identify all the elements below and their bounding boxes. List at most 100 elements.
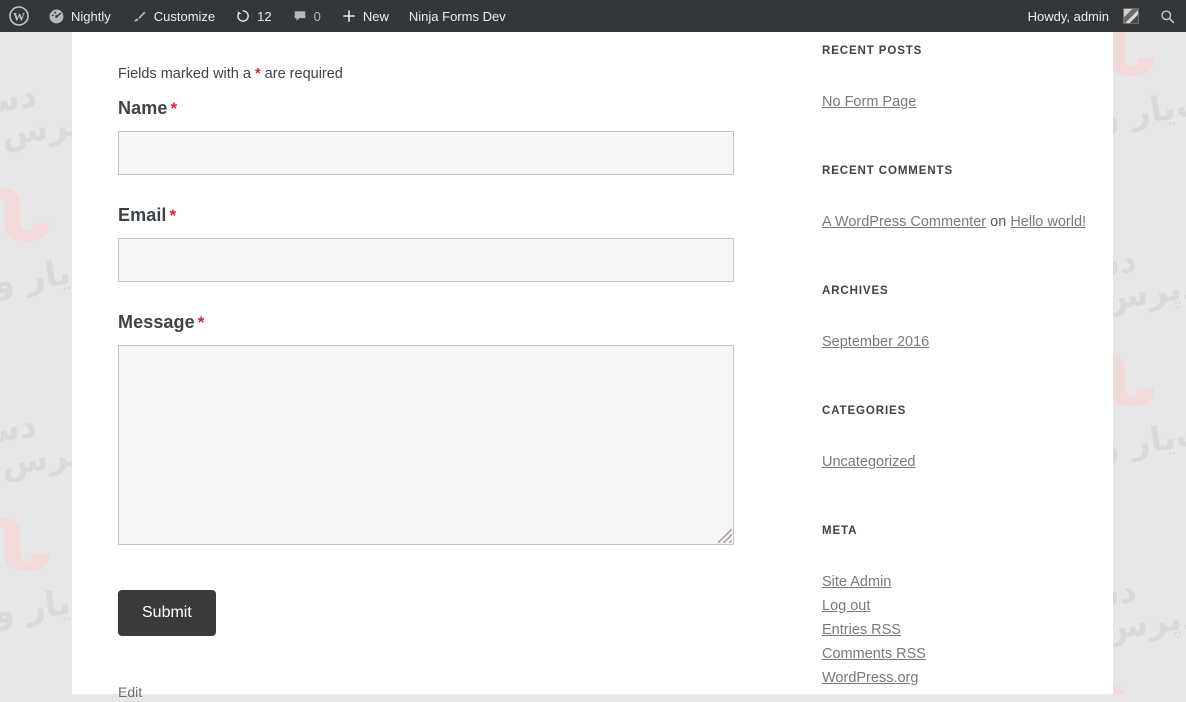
meta-link-comments-rss[interactable]: Comments RSS [822, 646, 926, 662]
meta-link-wordpress-org[interactable]: WordPress.org [822, 670, 918, 686]
list-item: WordPress.org [822, 666, 926, 690]
archive-link[interactable]: September 2016 [822, 334, 929, 350]
comment-author-link[interactable]: A WordPress Commenter [822, 214, 986, 230]
widget-archives: ARCHIVES September 2016 [822, 285, 929, 354]
list-item: Site Admin [822, 570, 926, 594]
name-input[interactable] [118, 131, 734, 175]
widget-title-meta: META [822, 525, 926, 537]
site-name-label: Nightly [71, 9, 111, 24]
widget-title-categories: CATEGORIES [822, 405, 916, 417]
contact-form: Fields marked with a * are required Name… [118, 32, 798, 702]
meta-link-site-admin[interactable]: Site Admin [822, 574, 891, 590]
spacer [822, 537, 926, 570]
ninja-forms-dev-label: Ninja Forms Dev [409, 9, 506, 24]
categories-list: Uncategorized [822, 450, 916, 474]
updates-count: 12 [257, 9, 271, 24]
widget-recent-posts: RECENT POSTS No Form Page [822, 45, 922, 114]
field-name: Name* [118, 98, 798, 175]
widget-title-recent-comments: RECENT COMMENTS [822, 165, 1086, 177]
name-field-label: Name* [118, 98, 798, 119]
dashboard-icon [48, 8, 65, 25]
comment-bubble-icon [292, 8, 308, 24]
required-fields-note: Fields marked with a * are required [118, 66, 798, 82]
required-note-before: Fields marked with a [118, 66, 255, 82]
category-link[interactable]: Uncategorized [822, 454, 916, 470]
admin-bar-search-button[interactable] [1149, 0, 1186, 32]
widget-categories: CATEGORIES Uncategorized [822, 405, 916, 474]
watermark-text: دست‌یار وردپرس [0, 76, 39, 155]
message-field-label: Message* [118, 312, 798, 333]
edit-link[interactable]: Edit [118, 684, 142, 700]
plus-icon [341, 8, 357, 24]
spacer [822, 297, 929, 330]
message-label-text: Message [118, 312, 195, 332]
widget-title-recent-posts: RECENT POSTS [822, 45, 922, 57]
list-item: Log out [822, 594, 926, 618]
howdy-label: Howdy, admin [1028, 9, 1109, 24]
comments-count: 0 [314, 9, 321, 24]
meta-link-entries-rss[interactable]: Entries RSS [822, 622, 901, 638]
widget-recent-comments: RECENT COMMENTS A WordPress Commenter on… [822, 165, 1086, 234]
admin-bar: W Nightly [0, 0, 1186, 32]
wordpress-logo-button[interactable]: W [0, 0, 38, 32]
updates-icon [235, 8, 251, 24]
list-item: Comments RSS [822, 642, 926, 666]
list-item: No Form Page [822, 90, 922, 114]
admin-bar-left: W Nightly [0, 0, 516, 32]
widget-meta: META Site Admin Log out Entries RSS Comm… [822, 525, 926, 690]
comment-on-text: on [990, 214, 1006, 230]
spacer [118, 282, 798, 312]
message-required-asterisk: * [198, 313, 205, 332]
message-textarea-wrapper [118, 345, 734, 545]
customize-button[interactable]: Customize [121, 0, 225, 32]
required-note-after: are required [261, 66, 343, 82]
name-required-asterisk: * [170, 99, 177, 118]
message-textarea[interactable] [118, 345, 734, 545]
avatar [1123, 8, 1139, 24]
search-icon [1159, 8, 1176, 25]
widget-body-recent-comments: A WordPress Commenter on Hello world! [822, 210, 1086, 234]
list-item: A WordPress Commenter on Hello world! [822, 210, 1086, 234]
widget-body-recent-posts: No Form Page [822, 90, 922, 114]
recent-post-link[interactable]: No Form Page [822, 94, 916, 110]
email-input[interactable] [118, 238, 734, 282]
ninja-forms-dev-button[interactable]: Ninja Forms Dev [399, 0, 516, 32]
email-required-asterisk: * [170, 206, 177, 225]
field-message: Message* [118, 312, 798, 545]
archives-list: September 2016 [822, 330, 929, 354]
widget-title-archives: ARCHIVES [822, 285, 929, 297]
meta-list: Site Admin Log out Entries RSS Comments … [822, 570, 926, 690]
customize-brush-icon [131, 8, 148, 25]
list-item: September 2016 [822, 330, 929, 354]
page-content-area: Fields marked with a * are required Name… [72, 32, 1113, 694]
new-content-button[interactable]: New [331, 0, 399, 32]
edit-link-row: Edit [118, 636, 798, 702]
widget-body-meta: Site Admin Log out Entries RSS Comments … [822, 570, 926, 690]
field-email: Email* [118, 205, 798, 282]
widget-body-categories: Uncategorized [822, 450, 916, 474]
comment-post-link[interactable]: Hello world! [1010, 214, 1086, 230]
comments-button[interactable]: 0 [282, 0, 331, 32]
site-name-button[interactable]: Nightly [38, 0, 121, 32]
meta-link-log-out[interactable]: Log out [822, 598, 870, 614]
wordpress-logo-icon: W [9, 6, 29, 26]
list-item: Entries RSS [822, 618, 926, 642]
content-wrapper: Fields marked with a * are required Name… [72, 32, 1113, 694]
list-item: Uncategorized [822, 450, 916, 474]
recent-posts-list: No Form Page [822, 90, 922, 114]
spacer [822, 417, 916, 450]
spacer [822, 177, 1086, 210]
my-account-button[interactable]: Howdy, admin [1018, 0, 1149, 32]
new-label: New [363, 9, 389, 24]
watermark-logo-icon: ᔐ [0, 505, 53, 587]
watermark-text: دست‌یار وردپرس [0, 406, 39, 485]
name-label-text: Name [118, 98, 167, 118]
recent-comments-list: A WordPress Commenter on Hello world! [822, 210, 1086, 234]
svg-text:W: W [13, 10, 25, 24]
widget-body-archives: September 2016 [822, 330, 929, 354]
submit-button[interactable]: Submit [118, 590, 216, 636]
email-label-text: Email [118, 205, 167, 225]
email-field-label: Email* [118, 205, 798, 226]
admin-bar-right: Howdy, admin [1018, 0, 1186, 32]
updates-button[interactable]: 12 [225, 0, 281, 32]
